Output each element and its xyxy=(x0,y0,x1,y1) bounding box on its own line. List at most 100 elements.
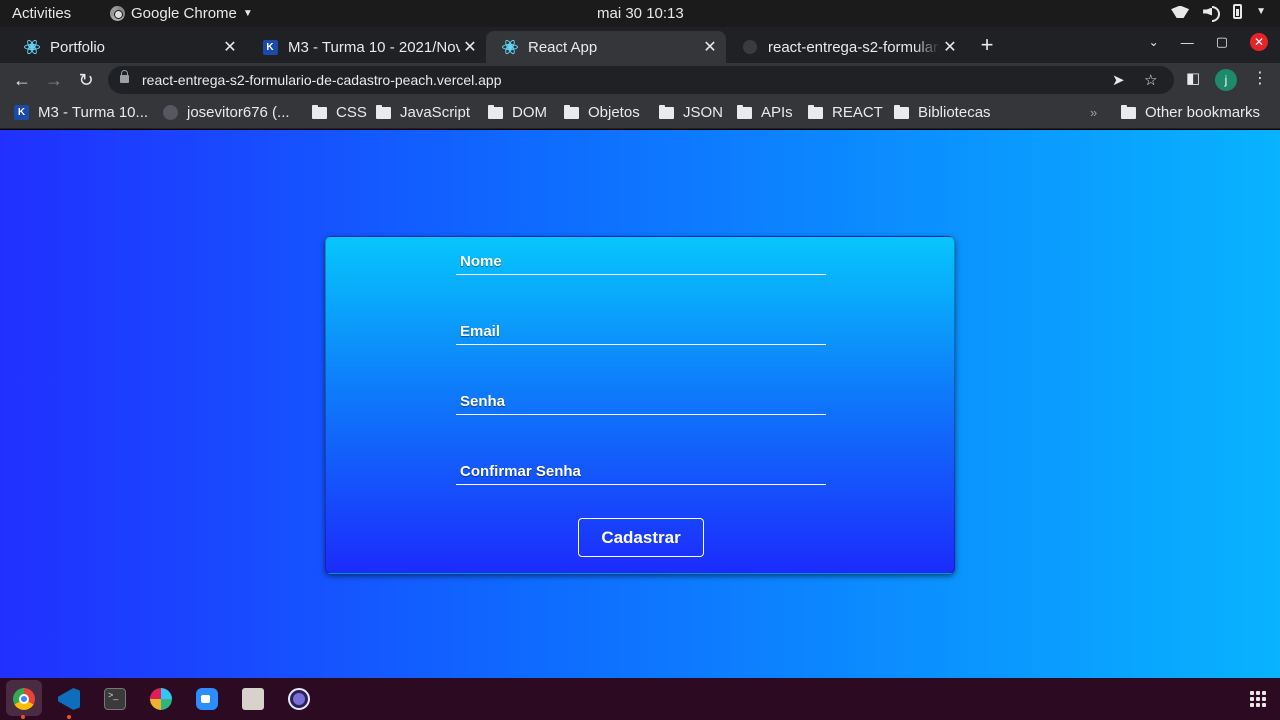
confirm-password-field xyxy=(456,447,826,485)
forward-arrow-icon[interactable]: → xyxy=(44,70,64,90)
tab-portfolio[interactable]: Portfolio ✕ xyxy=(8,31,246,63)
bookmark-label: Bibliotecas xyxy=(918,104,991,121)
app-menu-label: Google Chrome xyxy=(131,5,237,22)
slack-icon[interactable] xyxy=(150,688,172,710)
folder-icon xyxy=(894,104,909,119)
tab-search-chevron-icon[interactable]: ⌄ xyxy=(1149,35,1159,49)
close-window-icon[interactable]: ✕ xyxy=(1250,33,1268,51)
more-bookmarks-chevron-icon[interactable]: » xyxy=(1090,105,1097,120)
back-arrow-icon[interactable]: ← xyxy=(12,70,32,90)
folder-icon xyxy=(564,104,579,119)
bookmark-folder-json[interactable]: JSON xyxy=(659,104,723,121)
bookmark-folder-css[interactable]: CSS xyxy=(312,104,367,121)
terminal-icon[interactable]: >_ xyxy=(104,688,126,710)
other-bookmarks-label: Other bookmarks xyxy=(1145,104,1261,121)
tab-strip: Portfolio ✕ K M3 - Turma 10 - 2021/Nov ✕… xyxy=(0,27,1280,63)
password-input[interactable] xyxy=(456,377,826,414)
confirm-password-input[interactable] xyxy=(456,447,826,484)
side-panel-icon[interactable]: ◧ xyxy=(1186,69,1200,87)
folder-icon xyxy=(737,104,752,119)
lock-icon[interactable] xyxy=(120,70,129,83)
system-tray[interactable]: ▼ xyxy=(1171,4,1266,22)
url-text[interactable]: react-entrega-s2-formulario-de-cadastro-… xyxy=(142,72,502,88)
show-applications-icon[interactable] xyxy=(1250,691,1266,707)
running-indicator xyxy=(67,715,71,719)
chrome-icon[interactable] xyxy=(13,688,35,710)
window-controls: ⌄ — ▢ ✕ xyxy=(1149,33,1268,51)
other-bookmarks[interactable]: Other bookmarks xyxy=(1121,104,1260,121)
eclipse-icon[interactable] xyxy=(288,688,310,710)
bookmark-label: josevitor676 (... xyxy=(187,104,290,121)
folder-icon xyxy=(659,104,674,119)
react-icon xyxy=(24,38,40,56)
restore-icon[interactable]: ▢ xyxy=(1216,34,1228,50)
minimize-icon[interactable]: — xyxy=(1181,35,1194,50)
page-viewport: Cadastrar xyxy=(0,130,1280,678)
bookmark-folder-react[interactable]: REACT xyxy=(808,104,883,121)
name-field xyxy=(456,237,826,275)
zoom-icon[interactable] xyxy=(196,688,218,710)
send-icon[interactable]: ➤ xyxy=(1112,71,1125,89)
react-icon xyxy=(502,38,518,56)
tab-title: react-entrega-s2-formulario-de-cadastro xyxy=(768,38,940,56)
wifi-icon xyxy=(1171,6,1189,18)
caret-down-icon: ▼ xyxy=(1256,6,1266,17)
github-icon xyxy=(163,105,178,120)
avatar[interactable]: j xyxy=(1215,69,1237,91)
address-bar[interactable]: react-entrega-s2-formulario-de-cadastro-… xyxy=(108,66,1174,94)
bookmark-m3-turma[interactable]: K M3 - Turma 10... xyxy=(14,104,148,121)
bookmark-label: REACT xyxy=(832,104,883,121)
new-tab-button[interactable]: + xyxy=(977,32,997,58)
clock[interactable]: mai 30 10:13 xyxy=(597,5,684,22)
bookmark-label: APIs xyxy=(761,104,793,121)
cadastrar-button[interactable]: Cadastrar xyxy=(578,518,704,557)
bookmark-folder-dom[interactable]: DOM xyxy=(488,104,547,121)
chrome-icon xyxy=(110,6,125,21)
email-field xyxy=(456,307,826,345)
folder-icon xyxy=(808,104,823,119)
close-icon[interactable]: ✕ xyxy=(220,37,240,57)
bookmark-label: Objetos xyxy=(588,104,640,121)
bookmark-folder-javascript[interactable]: JavaScript xyxy=(376,104,470,121)
email-input[interactable] xyxy=(456,307,826,344)
bookmark-label: JSON xyxy=(683,104,724,121)
tab-github-repo[interactable]: react-entrega-s2-formulario-de-cadastro … xyxy=(726,31,966,63)
folder-icon xyxy=(376,104,391,119)
caret-down-icon: ▼ xyxy=(242,8,253,19)
vscode-icon[interactable] xyxy=(58,688,80,710)
password-field xyxy=(456,377,826,415)
folder-icon xyxy=(1121,104,1136,119)
bookmark-folder-bibliotecas[interactable]: Bibliotecas xyxy=(894,104,991,121)
bookmark-github[interactable]: josevitor676 (... xyxy=(163,104,290,121)
bookmark-label: CSS xyxy=(336,104,367,121)
bookmark-label: JavaScript xyxy=(400,104,471,121)
activities-button[interactable]: Activities xyxy=(12,5,71,22)
github-icon xyxy=(742,39,758,55)
signup-form: Cadastrar xyxy=(325,236,955,574)
running-indicator xyxy=(21,715,25,719)
bookmark-folder-apis[interactable]: APIs xyxy=(737,104,793,121)
ubuntu-dock: >_ xyxy=(0,678,1280,720)
bookmarks-bar: K M3 - Turma 10... josevitor676 (... CSS… xyxy=(0,97,1280,129)
bookmark-folder-objetos[interactable]: Objetos xyxy=(564,104,640,121)
tab-react-app[interactable]: React App ✕ xyxy=(486,31,726,63)
folder-icon xyxy=(488,104,503,119)
kenzie-icon: K xyxy=(262,39,278,55)
tab-m3-turma[interactable]: K M3 - Turma 10 - 2021/Nov ✕ xyxy=(246,31,486,63)
tab-title: Portfolio xyxy=(50,38,106,56)
close-icon[interactable]: ✕ xyxy=(700,37,720,57)
app-menu[interactable]: Google Chrome ▼ xyxy=(110,5,253,22)
close-icon[interactable]: ✕ xyxy=(460,37,480,57)
browser-toolbar: ← → ↻ react-entrega-s2-formulario-de-cad… xyxy=(0,63,1280,97)
gnome-top-bar: Activities Google Chrome ▼ mai 30 10:13 … xyxy=(0,0,1280,27)
files-icon[interactable] xyxy=(242,688,264,710)
folder-icon xyxy=(312,104,327,119)
star-icon[interactable]: ☆ xyxy=(1144,71,1157,89)
menu-kebab-icon[interactable]: ⋮ xyxy=(1252,68,1268,88)
reload-icon[interactable]: ↻ xyxy=(76,70,96,90)
kenzie-icon: K xyxy=(14,105,29,120)
bookmark-label: M3 - Turma 10... xyxy=(38,104,149,121)
battery-icon xyxy=(1233,4,1243,19)
close-icon[interactable]: ✕ xyxy=(940,37,960,57)
name-input[interactable] xyxy=(456,237,826,274)
